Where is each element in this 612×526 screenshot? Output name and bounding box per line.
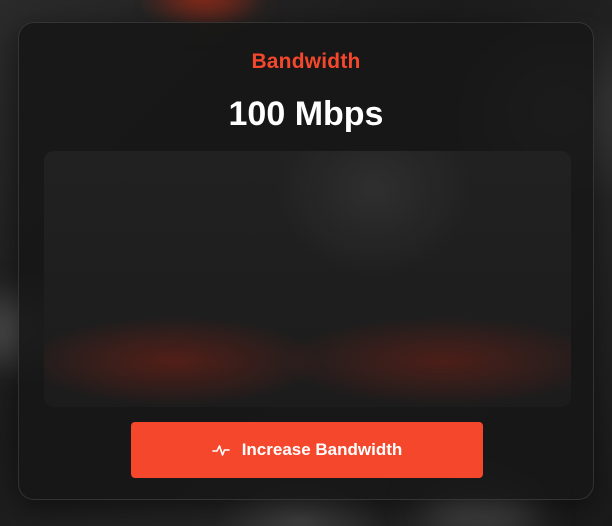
background-blob: [170, 0, 250, 10]
activity-icon: [211, 441, 230, 459]
increase-bandwidth-button[interactable]: Increase Bandwidth: [131, 422, 483, 478]
card-title: Bandwidth: [251, 50, 361, 73]
bandwidth-value: 100 Mbps: [228, 95, 384, 133]
bandwidth-card: Bandwidth 100 Mbps Increase Bandwidth: [18, 22, 594, 500]
increase-bandwidth-label: Increase Bandwidth: [241, 440, 403, 459]
bandwidth-chart-area: [44, 151, 571, 407]
